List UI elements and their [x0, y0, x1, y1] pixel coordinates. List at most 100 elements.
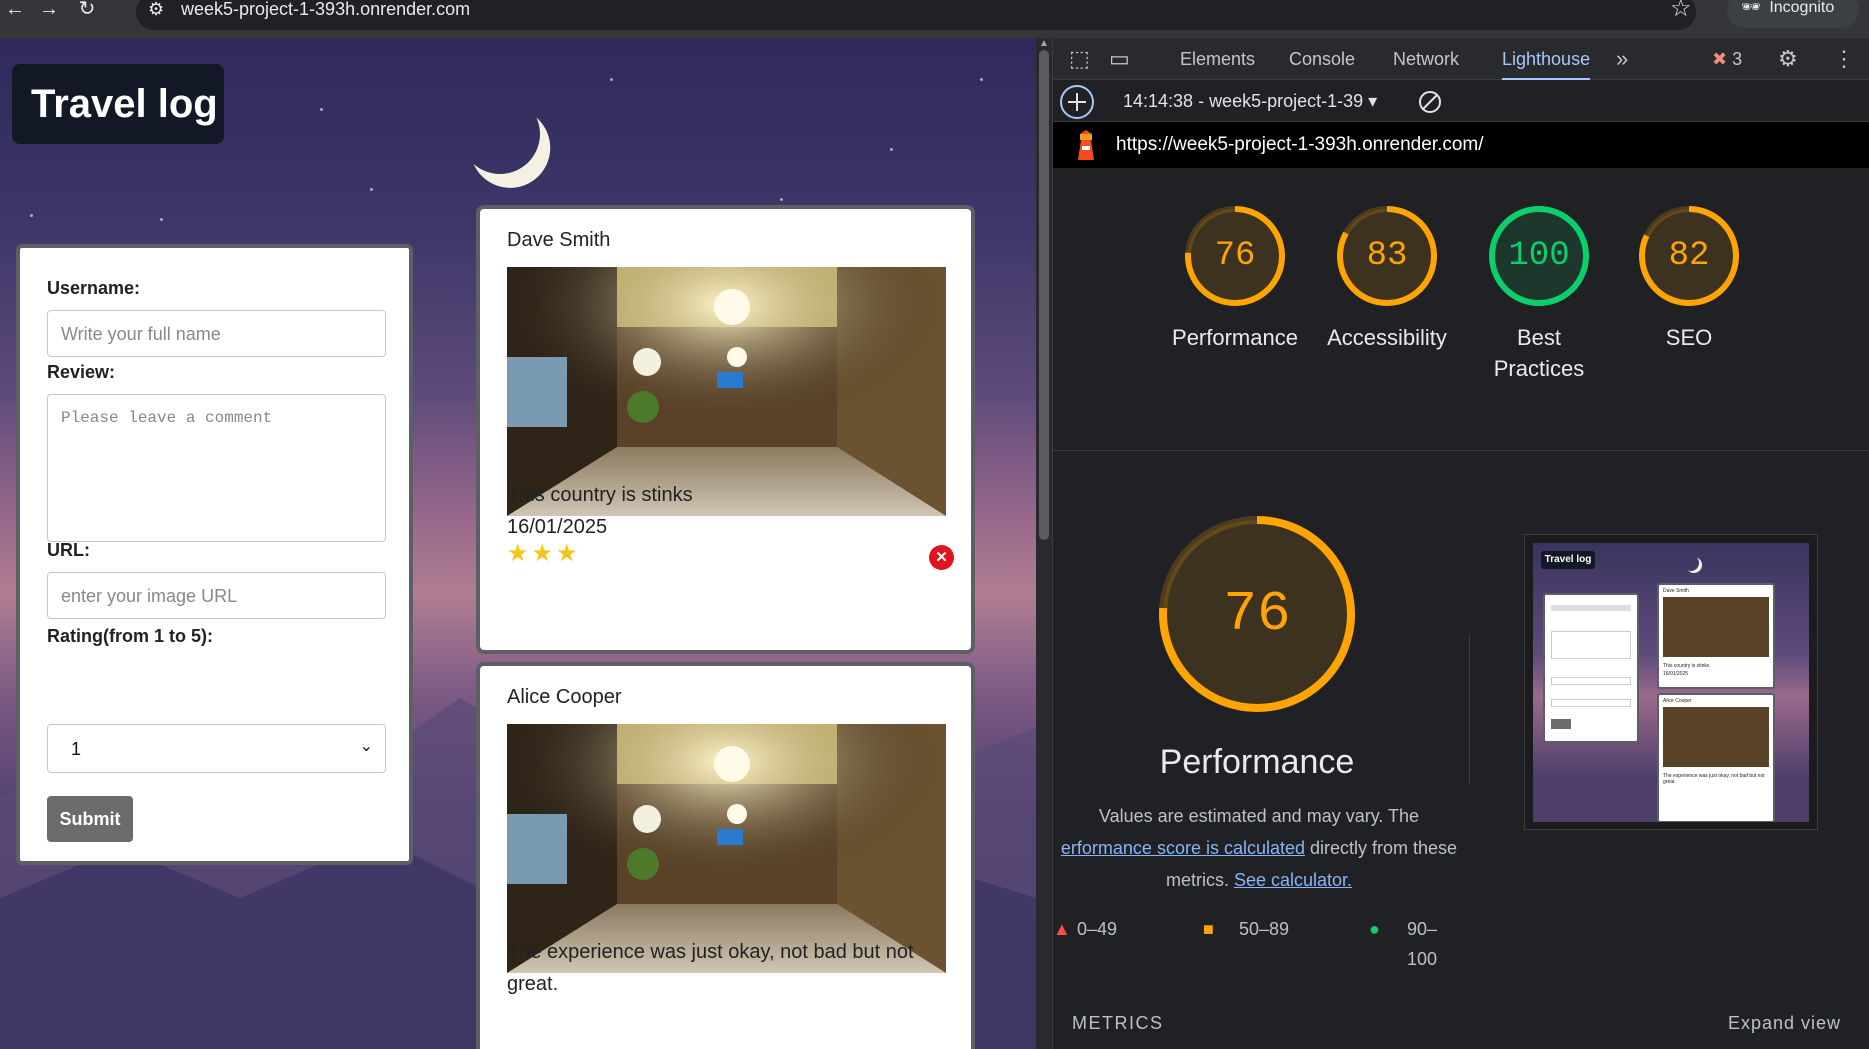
incognito-badge[interactable]: 🕶 Incognito [1727, 0, 1859, 28]
screenshot-preview: Travel log Dave Smith This country is st… [1533, 543, 1809, 822]
rating-label: Rating(from 1 to 5): [47, 626, 213, 646]
score-calculated-link[interactable]: erformance score is calculated [1061, 838, 1305, 858]
report-select[interactable]: 14:14:38 - week5-project-1-39 ▾ [1123, 80, 1377, 122]
thumb-card-image [1663, 707, 1769, 767]
reload-icon[interactable]: ↻ [72, 0, 102, 20]
review-label: Review: [47, 362, 116, 382]
devtools-tabbar: ⬚ ▭ Elements Console Network Lighthouse … [1053, 38, 1869, 80]
inspect-element-icon[interactable]: ⬚ [1069, 38, 1090, 80]
error-badge[interactable]: ✖ 3 [1712, 38, 1742, 80]
gauge-seo[interactable]: 82 SEO [1624, 204, 1754, 353]
gauge-score: 82 [1668, 237, 1710, 275]
metrics-heading: METRICS [1072, 1013, 1164, 1033]
scrollbar-thumb[interactable] [1039, 50, 1049, 540]
score-legend: ▲ 0–49 ■ 50–89 ● 90–100 [1053, 914, 1465, 969]
review-card: Alice Cooper The experience was just oka… [476, 662, 975, 1049]
incognito-icon: 🕶 [1741, 0, 1762, 16]
new-report-plus-icon[interactable] [1059, 84, 1095, 120]
legend-pass: 90–100 [1407, 919, 1438, 969]
error-icon: ✖ [1712, 49, 1728, 69]
site-info-icon[interactable]: ⚙ [148, 0, 164, 18]
web-page: Travel log Username: Write your full nam… [0, 38, 1036, 1049]
thumb-card-text: This country is stinks [1663, 663, 1710, 669]
thumb-title: Travel log [1541, 551, 1595, 569]
gauge-label: Accessibility [1327, 325, 1447, 350]
thumb-card-date: 16/01/2025 [1663, 671, 1689, 677]
clear-reports-icon[interactable] [1418, 90, 1442, 114]
more-tabs-icon[interactable]: » [1616, 38, 1628, 80]
bookmark-star-icon[interactable]: ☆ [1670, 0, 1692, 21]
gauge-best-practices[interactable]: 100 Best Practices [1474, 204, 1604, 384]
devtools-panel: ⬚ ▭ Elements Console Network Lighthouse … [1052, 38, 1869, 1049]
tab-lighthouse[interactable]: Lighthouse [1502, 38, 1591, 80]
lighthouse-toolbar: 14:14:38 - week5-project-1-39 ▾ [1053, 80, 1869, 122]
thumb-moon [1683, 555, 1699, 571]
review-card: Dave Smith This country is stinks 16/01/… [476, 205, 975, 654]
page-scrollbar[interactable]: ▲ [1036, 38, 1052, 1049]
gauge-score: 83 [1366, 237, 1408, 275]
username-input[interactable]: Write your full name [47, 310, 386, 357]
gauge-performance[interactable]: 76 Performance [1170, 204, 1300, 353]
gauge-score: 76 [1214, 237, 1256, 275]
gauge-label: Best Practices [1493, 325, 1585, 381]
rating-value: 1 [71, 739, 82, 759]
image-url-input[interactable]: enter your image URL [47, 572, 386, 619]
thumb-card: Alice Cooper The experience was just oka… [1657, 693, 1775, 822]
gauge-label: Performance [1172, 325, 1298, 350]
performance-title: Performance [1159, 743, 1355, 781]
desc-text: directly from these [1305, 838, 1458, 858]
delete-review-button[interactable]: ✕ [929, 545, 954, 570]
thumb-card-image [1663, 597, 1769, 657]
thumb-card-name: Dave Smith [1663, 588, 1689, 594]
fail-triangle-icon: ▲ [1053, 919, 1071, 939]
thumb-card-text: The experience was just okay, not bad bu… [1663, 773, 1765, 785]
error-count: 3 [1732, 49, 1743, 69]
moon [450, 84, 551, 185]
performance-score-large: 76 [1223, 582, 1291, 646]
settings-gear-icon[interactable]: ⚙ [1778, 38, 1798, 80]
pass-circle-icon: ● [1369, 919, 1380, 939]
review-author: Dave Smith [507, 229, 611, 251]
username-label: Username: [47, 278, 141, 298]
thumb-card: Dave Smith This country is stinks 16/01/… [1657, 583, 1775, 689]
thumb-form [1543, 593, 1639, 743]
desc-text: Values are estimated and may vary. The [1098, 806, 1420, 826]
gauge-score: 100 [1508, 237, 1570, 275]
thumb-card-name: Alice Cooper [1663, 698, 1692, 704]
report-run-label: 14:14:38 - week5-project-1-39 [1123, 91, 1364, 111]
tab-console[interactable]: Console [1289, 38, 1355, 80]
legend-average: 50–89 [1239, 919, 1290, 939]
review-rating-stars: ★★★ [507, 540, 581, 567]
review-textarea[interactable]: Please leave a comment [47, 394, 386, 542]
review-form: Username: Write your full name Review: P… [16, 244, 413, 865]
desc-text: metrics. [1165, 870, 1234, 890]
lighthouse-logo-icon [1078, 130, 1094, 160]
url-label: URL: [47, 540, 90, 560]
device-toolbar-icon[interactable]: ▭ [1109, 38, 1130, 80]
gauge-accessibility[interactable]: 83 Accessibility [1322, 204, 1452, 353]
rating-select[interactable]: 1 ⌄ [47, 724, 386, 773]
report-url[interactable]: https://week5-project-1-393h.onrender.co… [1116, 122, 1484, 168]
review-author: Alice Cooper [507, 686, 622, 708]
browser-toolbar: ← → ↻ ⚙ week5-project-1-393h.onrender.co… [0, 0, 1869, 38]
final-screenshot[interactable]: Travel log Dave Smith This country is st… [1524, 534, 1818, 830]
performance-description: Values are estimated and may vary. The e… [1053, 800, 1465, 896]
see-calculator-link[interactable]: See calculator. [1234, 870, 1352, 890]
more-options-icon[interactable]: ⋮ [1833, 38, 1855, 80]
address-url[interactable]: week5-project-1-393h.onrender.com [181, 0, 470, 18]
review-text: The experience was just okay, not bad bu… [507, 941, 914, 995]
chevron-down-icon: ⌄ [359, 738, 373, 755]
tab-network[interactable]: Network [1393, 38, 1459, 80]
gauge-label: SEO [1665, 325, 1713, 350]
report-url-bar: https://week5-project-1-393h.onrender.co… [1053, 122, 1869, 168]
scroll-up-icon[interactable]: ▲ [1039, 38, 1049, 49]
expand-view-toggle[interactable]: Expand view [1728, 1013, 1841, 1034]
dropdown-arrow-icon: ▾ [1368, 91, 1378, 111]
back-icon[interactable]: ← [0, 0, 30, 20]
submit-button[interactable]: Submit [47, 796, 133, 842]
tab-elements[interactable]: Elements [1180, 38, 1255, 80]
average-square-icon: ■ [1203, 919, 1214, 939]
page-title: Travel log [12, 64, 224, 144]
incognito-label: Incognito [1769, 0, 1835, 16]
forward-icon[interactable]: → [34, 0, 64, 20]
